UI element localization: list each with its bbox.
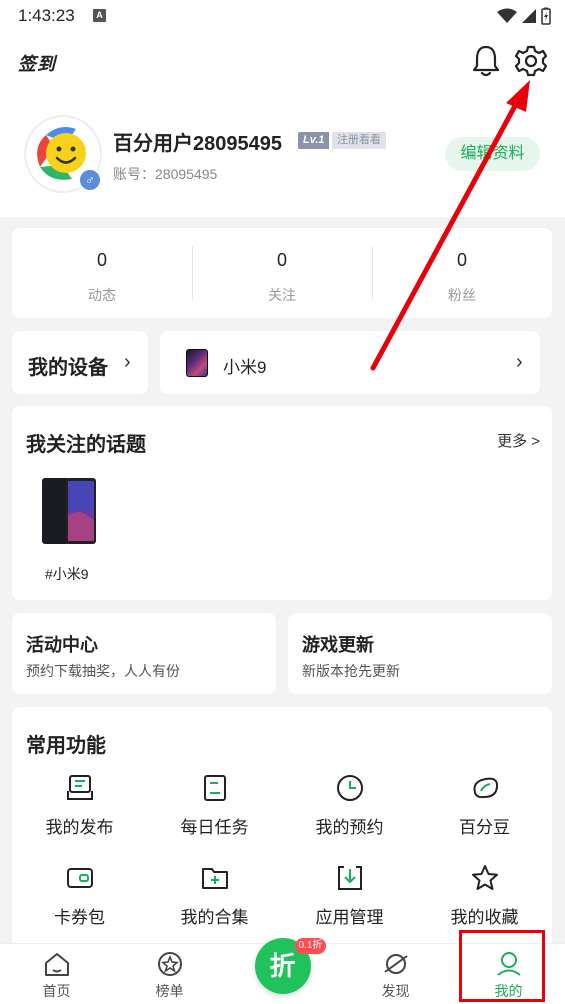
level-badge: Lv.1 [298,132,330,149]
devices-title: 我的设备 [28,357,108,379]
bean-icon [473,777,498,799]
stat-followers[interactable]: 0 粉丝 [372,228,552,318]
function-coupons[interactable]: 卡券包 [12,857,147,929]
edit-profile-button[interactable]: 编辑资料 [445,137,540,171]
function-label: 卡券包 [54,908,105,927]
function-collections[interactable]: 我的合集 [147,857,282,929]
stat-value: 0 [276,250,287,270]
my-devices-link[interactable]: 我的设备 › [12,331,148,394]
device-item[interactable]: 小米9 › [160,331,540,394]
stats-card: 0 动态 0 关注 0 粉丝 [12,228,552,318]
collection-icon [201,868,228,889]
chevron-right-icon: › [516,351,523,373]
tab-me[interactable]: 我的 [452,944,565,1004]
phone-thumbnail [186,349,208,377]
tab-discover[interactable]: 发现 [339,944,452,1004]
topics-title: 我关注的话题 [26,434,146,456]
stat-label: 关注 [268,287,296,303]
promo-title: 游戏更新 [302,635,374,655]
planet-icon [383,954,408,974]
ranking-star-icon [157,952,182,976]
promo-subtitle: 预约下载抽奖，人人有份 [26,663,180,679]
function-reservations[interactable]: 我的预约 [282,767,417,839]
stat-value: 0 [456,250,467,270]
device-name: 小米9 [223,358,267,377]
status-time: 1:43:23 [18,6,75,25]
star-icon [471,865,498,890]
discount-badge: 0.1折 [294,938,327,954]
function-daily-tasks[interactable]: 每日任务 [147,767,282,839]
tab-label: 发现 [381,983,410,999]
bell-icon[interactable] [470,44,502,78]
stat-value: 0 [96,250,107,270]
home-icon [44,953,69,976]
tab-home[interactable]: 首页 [0,944,113,1004]
profile-header: 签到 ♂ 百分用户28095495 Lv.1 注册看看 账号：28095495 … [0,32,565,217]
username: 百分用户28095495 [113,133,282,155]
wallet-icon [66,868,93,888]
function-label: 百分豆 [459,818,510,837]
notification-a-icon: A [93,9,106,22]
common-functions-card: 常用功能 我的发布 每日任务 我的预约 百分豆 卡券包 我的合集 应用管理 我的… [12,707,552,947]
function-label: 我的发布 [45,818,114,837]
battery-icon [541,7,551,25]
function-app-management[interactable]: 应用管理 [282,857,417,929]
stat-label: 动态 [88,287,116,303]
function-label: 每日任务 [180,818,249,837]
promo-title: 活动中心 [26,635,98,655]
tab-label: 我的 [494,983,523,999]
tab-discount[interactable]: 折 0.1折 [226,938,339,1004]
publish-icon [66,775,93,800]
clock-icon [336,775,363,801]
wifi-icon [497,8,517,23]
chevron-right-icon: › [124,351,131,373]
activity-center-card[interactable]: 活动中心 预约下载抽奖，人人有份 [12,613,276,694]
followed-topics-card: 我关注的话题 更多 > #小米9 [12,406,552,600]
gender-badge: ♂ [78,168,102,192]
function-label: 我的预约 [315,818,384,837]
function-grid: 我的发布 每日任务 我的预约 百分豆 卡券包 我的合集 应用管理 我的收藏 [12,767,552,929]
gear-icon[interactable] [514,44,548,78]
user-icon [496,952,521,976]
common-title: 常用功能 [26,735,106,757]
promo-subtitle: 新版本抢先更新 [302,663,400,679]
function-label: 应用管理 [315,908,384,927]
topics-more-link[interactable]: 更多 > [497,430,540,451]
tab-label: 首页 [42,983,71,999]
function-favorites[interactable]: 我的收藏 [417,857,552,929]
phone-image [42,478,96,544]
function-label: 我的合集 [180,908,249,927]
register-hint-badge[interactable]: 注册看看 [332,132,386,149]
status-bar: 1:43:23 A [0,0,565,32]
stat-label: 粉丝 [448,287,476,303]
tab-label: 榜单 [155,983,184,999]
bottom-tab-bar: 首页 榜单 折 0.1折 发现 我的 [0,938,565,1004]
topic-label[interactable]: #小米9 [45,564,89,584]
topic-thumbnail[interactable] [40,476,98,546]
function-label: 我的收藏 [450,908,519,927]
game-updates-card[interactable]: 游戏更新 新版本抢先更新 [288,613,552,694]
function-my-posts[interactable]: 我的发布 [12,767,147,839]
task-icon [203,775,226,801]
download-icon [337,866,362,890]
tab-rankings[interactable]: 榜单 [113,944,226,1004]
checkin-button[interactable]: 签到 [18,50,56,76]
signal-icon [522,9,536,23]
status-indicators [497,6,551,26]
stat-posts[interactable]: 0 动态 [12,228,192,318]
stat-following[interactable]: 0 关注 [192,228,372,318]
function-beans[interactable]: 百分豆 [417,767,552,839]
account-id: 账号：28095495 [113,166,218,182]
